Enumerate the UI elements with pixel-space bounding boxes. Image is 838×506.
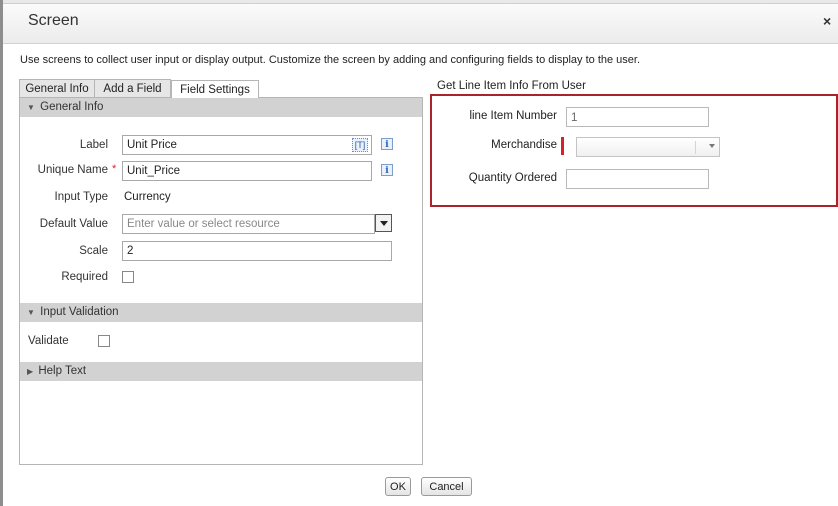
close-icon[interactable]: ×: [823, 13, 831, 29]
tab-field-settings[interactable]: Field Settings: [171, 80, 259, 100]
expanded-triangle-icon: ▼: [27, 308, 35, 317]
required-checkbox[interactable]: [122, 271, 134, 283]
preview-quantity-ordered-input[interactable]: [566, 169, 709, 189]
dialog-header: [3, 4, 838, 44]
section-help-text[interactable]: ▶ Help Text: [20, 362, 422, 381]
preview-field-label: Quantity Ordered: [468, 172, 557, 184]
preview-line-item-number-input[interactable]: 1: [566, 107, 709, 127]
tab-general-info[interactable]: General Info: [19, 79, 95, 98]
collapsed-triangle-icon: ▶: [27, 367, 34, 376]
info-icon[interactable]: i: [381, 138, 393, 150]
window-left-edge: [0, 0, 3, 506]
chevron-down-icon: [709, 144, 715, 148]
label-field-label: Label: [79, 139, 108, 151]
required-star-icon: *: [112, 163, 117, 175]
section-input-validation[interactable]: ▼ Input Validation: [20, 303, 422, 322]
info-icon[interactable]: i: [381, 164, 393, 176]
section-general-info-label: General Info: [40, 101, 104, 113]
scale-label: Scale: [79, 245, 108, 257]
dialog-title: Screen: [28, 12, 79, 29]
input-type-label: Input Type: [54, 191, 109, 203]
preview-title: Get Line Item Info From User: [437, 80, 586, 92]
tab-add-a-field[interactable]: Add a Field: [94, 79, 171, 98]
unique-name-label: Unique Name: [37, 164, 108, 176]
section-help-text-label: Help Text: [38, 365, 87, 377]
ok-button[interactable]: OK: [385, 477, 411, 496]
section-general-info[interactable]: ▼ General Info: [20, 98, 422, 117]
validate-label: Validate: [28, 335, 69, 347]
preview-bottom-spacer: [432, 193, 836, 194]
input-type-value: Currency: [124, 191, 171, 203]
validate-checkbox[interactable]: [98, 335, 110, 347]
label-input[interactable]: Unit Price: [122, 135, 372, 155]
default-value-label: Default Value: [39, 218, 108, 230]
cancel-button[interactable]: Cancel: [421, 477, 472, 496]
required-label: Required: [61, 271, 108, 283]
preview-field-label: line Item Number: [469, 110, 557, 122]
preview-merchandise-select[interactable]: [576, 137, 720, 157]
default-value-dropdown-button[interactable]: [375, 214, 392, 232]
dialog-instructions: Use screens to collect user input or dis…: [20, 54, 641, 66]
preview-field-label: Merchandise: [491, 139, 557, 151]
expanded-triangle-icon: ▼: [27, 103, 35, 112]
default-value-input[interactable]: Enter value or select resource: [122, 214, 375, 234]
unique-name-input[interactable]: Unit_Price: [122, 161, 372, 181]
required-marker: [561, 137, 564, 155]
scale-input[interactable]: 2: [122, 241, 392, 261]
section-input-validation-label: Input Validation: [40, 306, 119, 318]
merge-field-picker-icon[interactable]: [T]: [352, 138, 368, 152]
